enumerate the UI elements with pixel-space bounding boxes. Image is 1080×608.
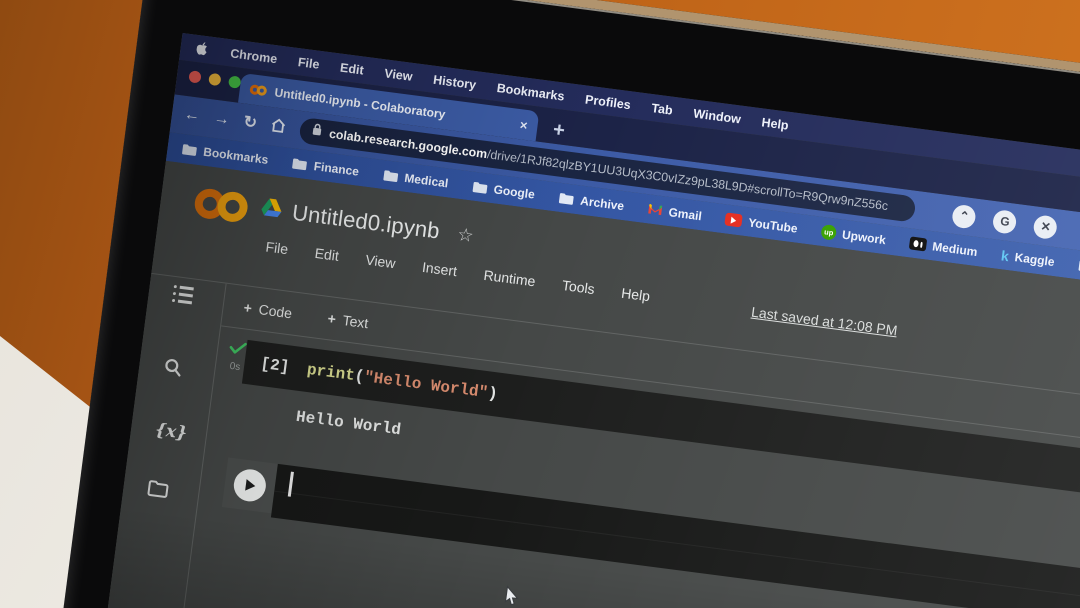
add-text-button[interactable]: + Text: [327, 310, 370, 331]
colab-menu-tools[interactable]: Tools: [561, 277, 595, 297]
colab-menu-help[interactable]: Help: [620, 285, 651, 305]
menu-item-window[interactable]: Window: [693, 106, 742, 126]
drive-icon: [259, 197, 284, 224]
play-icon: [244, 479, 255, 491]
folder-icon: [383, 169, 398, 182]
execution-count: [2]: [259, 354, 291, 377]
table-of-contents-icon[interactable]: [171, 284, 194, 305]
colab-menu-insert[interactable]: Insert: [421, 259, 458, 279]
run-cell-button[interactable]: [231, 467, 268, 504]
laptop-bezel: Chrome File Edit View History Bookmarks …: [39, 0, 1080, 608]
mouse-cursor: [503, 585, 522, 608]
bookmark-medical[interactable]: Medical: [382, 167, 449, 190]
bookmark-archive[interactable]: Archive: [558, 190, 625, 213]
youtube-icon: [724, 212, 744, 228]
gmail-icon: [648, 204, 663, 216]
variables-icon[interactable]: {x}: [154, 420, 188, 444]
colab-menu-edit[interactable]: Edit: [314, 245, 340, 264]
medium-icon: [908, 236, 928, 252]
add-code-button[interactable]: + Code: [243, 299, 293, 321]
reload-icon[interactable]: ↻: [242, 114, 257, 133]
menu-item-history[interactable]: History: [432, 72, 477, 91]
colab-menu-file[interactable]: File: [265, 239, 289, 258]
bookmark-bookmarks[interactable]: Bookmarks: [181, 141, 269, 166]
menu-item-edit[interactable]: Edit: [339, 60, 364, 77]
bookmark-kaggle[interactable]: k Kaggle: [1000, 247, 1055, 270]
last-saved-status[interactable]: Last saved at 12:08 PM: [750, 304, 898, 339]
sidebar-divider: [169, 283, 227, 608]
window-controls: [188, 70, 242, 89]
lock-icon: [311, 123, 323, 142]
menu-item-profiles[interactable]: Profiles: [584, 92, 631, 112]
code-line[interactable]: print("Hello World"): [306, 361, 499, 404]
bookmark-upwork[interactable]: up Upwork: [820, 223, 887, 247]
apple-logo-icon[interactable]: [196, 41, 211, 58]
colab-logo: [192, 187, 250, 224]
menu-item-view[interactable]: View: [384, 66, 414, 84]
kaggle-icon: k: [1000, 246, 1010, 264]
star-icon[interactable]: ☆: [456, 224, 475, 247]
extension-g-icon[interactable]: G: [992, 208, 1018, 235]
files-folder-icon[interactable]: [146, 479, 170, 504]
empty-code-cell[interactable]: [221, 457, 1080, 608]
back-icon[interactable]: ←: [183, 106, 201, 125]
folder-icon: [292, 158, 308, 170]
run-cell-area[interactable]: [221, 457, 278, 514]
menu-item-bookmarks[interactable]: Bookmarks: [496, 80, 565, 103]
bookmark-youtube[interactable]: YouTube: [724, 212, 798, 235]
search-icon[interactable]: [162, 356, 185, 383]
menu-item-tab[interactable]: Tab: [651, 101, 674, 118]
colab-menu-runtime[interactable]: Runtime: [483, 267, 537, 290]
menu-item-file[interactable]: File: [297, 55, 320, 72]
checkmark-icon: [229, 342, 247, 354]
bookmark-finance[interactable]: Finance: [291, 156, 360, 178]
zoom-window-button[interactable]: [227, 75, 242, 89]
bookmark-google[interactable]: Google: [471, 179, 536, 201]
extension-chevron-icon[interactable]: ⌃: [951, 203, 978, 230]
extension-icons: ⌃ G ✕: [951, 203, 1059, 240]
tab-close-icon[interactable]: ×: [519, 117, 528, 133]
upwork-icon: up: [820, 223, 838, 241]
forward-icon[interactable]: →: [213, 110, 231, 129]
close-window-button[interactable]: [188, 70, 202, 84]
colab-menu-view[interactable]: View: [365, 251, 397, 271]
bookmark-medium[interactable]: Medium: [908, 236, 978, 259]
bookmark-gmail[interactable]: Gmail: [647, 202, 703, 223]
menu-item-help[interactable]: Help: [761, 115, 790, 132]
code-editor[interactable]: [270, 463, 1080, 608]
cell-output: Hello World: [294, 407, 402, 440]
colab-favicon: [249, 84, 268, 97]
menu-item-chrome[interactable]: Chrome: [230, 46, 279, 66]
notebook-title[interactable]: Untitled0.ipynb: [291, 200, 442, 245]
folder-icon: [182, 143, 197, 156]
extension-x-icon[interactable]: ✕: [1032, 213, 1059, 240]
laptop-screen: Chrome File Edit View History Bookmarks …: [94, 32, 1080, 608]
folder-icon: [559, 192, 574, 205]
home-icon[interactable]: [269, 117, 287, 138]
new-tab-button[interactable]: +: [552, 119, 566, 142]
folder-icon: [472, 181, 488, 194]
minimize-window-button[interactable]: [208, 72, 222, 87]
